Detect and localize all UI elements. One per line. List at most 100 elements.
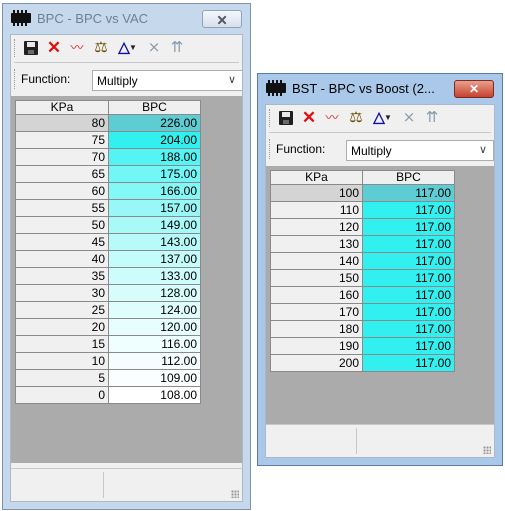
table-area: KPa BPC 80 226.00 75 204.00 70 188.00 65 175.00… <box>11 96 242 463</box>
kpa-cell[interactable]: 140 <box>270 252 363 270</box>
bpc-cell[interactable]: 112.00 <box>108 352 201 370</box>
kpa-cell[interactable]: 80 <box>15 114 109 132</box>
window-bpc-vs-boost[interactable]: BST - BPC vs Boost (2... ✕ ✕ 〰 ⚖ △ ▼ ⨯ ⇈… <box>257 73 503 466</box>
clear-icon[interactable]: ⨯ <box>144 39 164 57</box>
chart-icon[interactable]: 〰 <box>67 39 87 57</box>
chevron-down-icon: ∨ <box>227 74 236 86</box>
bpc-cell[interactable]: 188.00 <box>108 148 201 166</box>
close-button[interactable]: ✕ <box>454 80 494 98</box>
kpa-cell[interactable]: 5 <box>15 369 109 387</box>
bpc-cell[interactable]: 137.00 <box>108 250 201 268</box>
chart-icon[interactable]: 〰 <box>322 109 342 127</box>
kpa-cell[interactable]: 25 <box>15 301 109 319</box>
status-divider <box>103 472 104 498</box>
toolbar-grip[interactable] <box>269 109 273 127</box>
delete-icon[interactable]: ✕ <box>299 109 319 127</box>
interpolate-icon[interactable]: ⇈ <box>422 109 442 127</box>
balance-icon[interactable]: ⚖ <box>91 39 111 57</box>
bpc-cell[interactable]: 117.00 <box>362 286 455 304</box>
kpa-cell[interactable]: 45 <box>15 233 109 251</box>
kpa-cell[interactable]: 35 <box>15 267 109 285</box>
bpc-cell[interactable]: 117.00 <box>362 201 455 219</box>
kpa-cell[interactable]: 10 <box>15 352 109 370</box>
bpc-cell[interactable]: 117.00 <box>362 252 455 270</box>
bpc-cell[interactable]: 143.00 <box>108 233 201 251</box>
bpc-cell[interactable]: 117.00 <box>362 184 455 202</box>
kpa-cell[interactable]: 180 <box>270 320 363 338</box>
save-icon[interactable] <box>276 109 296 127</box>
kpa-cell[interactable]: 160 <box>270 286 363 304</box>
table-row: 130 117.00 <box>270 235 455 253</box>
title-bar[interactable]: BPC - BPC vs VAC 🗙 <box>3 4 250 34</box>
kpa-cell[interactable]: 130 <box>270 235 363 253</box>
table-row: 70 188.00 <box>15 148 201 166</box>
title-bar[interactable]: BST - BPC vs Boost (2... ✕ <box>258 74 502 104</box>
window-bpc-vs-vac[interactable]: BPC - BPC vs VAC 🗙 ✕ 〰 ⚖ △ ▼ ⨯ ⇈ Functio… <box>2 3 251 510</box>
toolbar-grip[interactable] <box>14 39 18 57</box>
column-header-kpa[interactable]: KPa <box>270 170 363 185</box>
save-icon[interactable] <box>21 39 41 57</box>
column-header-kpa[interactable]: KPa <box>15 100 109 115</box>
balance-icon[interactable]: ⚖ <box>346 109 366 127</box>
delete-icon[interactable]: ✕ <box>44 39 64 57</box>
function-value: Multiply <box>351 144 392 158</box>
kpa-cell[interactable]: 30 <box>15 284 109 302</box>
kpa-cell[interactable]: 60 <box>15 182 109 200</box>
resize-grip[interactable] <box>483 446 491 454</box>
bpc-cell[interactable]: 117.00 <box>362 320 455 338</box>
interpolate-icon[interactable]: ⇈ <box>167 39 187 57</box>
dropdown-arrow-icon[interactable]: ▼ <box>128 39 138 57</box>
table-row: 65 175.00 <box>15 165 201 183</box>
bpc-cell[interactable]: 166.00 <box>108 182 201 200</box>
kpa-cell[interactable]: 15 <box>15 335 109 353</box>
column-header-bpc[interactable]: BPC <box>108 100 201 115</box>
table-row: 0 108.00 <box>15 386 201 404</box>
function-grip[interactable] <box>269 139 273 159</box>
bpc-cell[interactable]: 117.00 <box>362 235 455 253</box>
kpa-cell[interactable]: 20 <box>15 318 109 336</box>
bpc-cell[interactable]: 157.00 <box>108 199 201 217</box>
bpc-cell[interactable]: 133.00 <box>108 267 201 285</box>
resize-grip[interactable] <box>231 490 239 498</box>
kpa-cell[interactable]: 120 <box>270 218 363 236</box>
kpa-cell[interactable]: 200 <box>270 354 363 372</box>
toolbar-separator <box>269 132 491 133</box>
bpc-cell[interactable]: 108.00 <box>108 386 201 404</box>
kpa-cell[interactable]: 100 <box>270 184 363 202</box>
bpc-cell[interactable]: 226.00 <box>108 114 201 132</box>
kpa-cell[interactable]: 150 <box>270 269 363 287</box>
bpc-cell[interactable]: 117.00 <box>362 337 455 355</box>
bpc-cell[interactable]: 128.00 <box>108 284 201 302</box>
kpa-cell[interactable]: 50 <box>15 216 109 234</box>
bpc-cell[interactable]: 124.00 <box>108 301 201 319</box>
column-header-bpc[interactable]: BPC <box>362 170 455 185</box>
kpa-cell[interactable]: 70 <box>15 148 109 166</box>
table-row: 40 137.00 <box>15 250 201 268</box>
bpc-cell[interactable]: 117.00 <box>362 218 455 236</box>
bpc-cell[interactable]: 117.00 <box>362 303 455 321</box>
table-app-icon <box>266 80 286 96</box>
bpc-cell[interactable]: 117.00 <box>362 354 455 372</box>
kpa-cell[interactable]: 190 <box>270 337 363 355</box>
kpa-cell[interactable]: 55 <box>15 199 109 217</box>
function-grip[interactable] <box>14 69 18 89</box>
bpc-cell[interactable]: 117.00 <box>362 269 455 287</box>
kpa-cell[interactable]: 75 <box>15 131 109 149</box>
bpc-cell[interactable]: 204.00 <box>108 131 201 149</box>
bpc-cell[interactable]: 175.00 <box>108 165 201 183</box>
function-select[interactable]: Multiply ∨ <box>92 70 242 91</box>
dropdown-arrow-icon[interactable]: ▼ <box>383 109 393 127</box>
table-row: 170 117.00 <box>270 303 455 321</box>
clear-icon[interactable]: ⨯ <box>399 109 419 127</box>
function-select[interactable]: Multiply ∨ <box>346 140 494 161</box>
kpa-cell[interactable]: 0 <box>15 386 109 404</box>
bpc-cell[interactable]: 120.00 <box>108 318 201 336</box>
bpc-cell[interactable]: 149.00 <box>108 216 201 234</box>
kpa-cell[interactable]: 170 <box>270 303 363 321</box>
kpa-cell[interactable]: 40 <box>15 250 109 268</box>
bpc-cell[interactable]: 116.00 <box>108 335 201 353</box>
close-button[interactable]: 🗙 <box>202 10 242 28</box>
kpa-cell[interactable]: 65 <box>15 165 109 183</box>
kpa-cell[interactable]: 110 <box>270 201 363 219</box>
bpc-cell[interactable]: 109.00 <box>108 369 201 387</box>
